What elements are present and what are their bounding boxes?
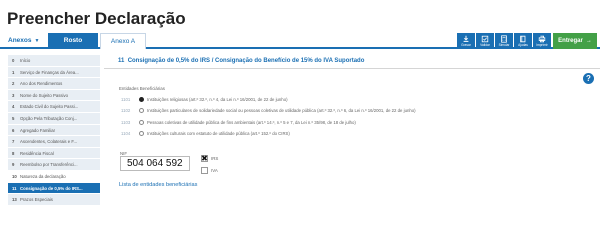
- entity-code: 1101: [121, 97, 131, 102]
- iva-checkbox[interactable]: [201, 166, 208, 174]
- entity-text: Instituições particulares de solidarieda…: [147, 108, 416, 113]
- iva-checkbox-row[interactable]: IVA: [201, 166, 218, 174]
- sidebar-item-label: Serviço de Finanças da Área...: [20, 69, 79, 75]
- sidebar-item-number: 8: [12, 150, 15, 156]
- validate-label: Validar: [480, 43, 490, 47]
- simulate-label: Simular: [498, 43, 510, 47]
- entity-text: Instituições religiosas (art.º 32.º, n.º…: [147, 97, 288, 102]
- sidebar-item-number: 11: [12, 185, 17, 191]
- sidebar-item-label: Ano dos Rendimentos: [20, 81, 63, 87]
- sidebar-item-number: 7: [12, 139, 15, 145]
- toolbar: Gravar Validar Simular Ajudas Imprimir: [457, 33, 551, 49]
- iva-label: IVA: [211, 167, 218, 173]
- sidebar-item-estado-civil[interactable]: 4 Estado Civil do Sujeito Passi...: [8, 101, 100, 113]
- sidebar-item-natureza-declaracao[interactable]: 10 Natureza da declaração: [8, 170, 100, 183]
- radio-button[interactable]: [139, 97, 144, 102]
- sidebar-item-label: Estado Civil do Sujeito Passi...: [20, 104, 79, 110]
- sidebar-item-label: Agregado Familiar: [20, 127, 56, 133]
- sidebar-item-number: 5: [12, 115, 15, 121]
- sidebar: 0 Início 1 Serviço de Finanças da Área... …: [8, 55, 100, 206]
- checklist-icon: [481, 35, 489, 43]
- sidebar-item-number: 10: [12, 173, 17, 179]
- entity-option[interactable]: 1103 Pessoas coletivas de utilidade públ…: [121, 118, 356, 127]
- section-title: 11 Consignação de 0,5% do IRS / Consigna…: [118, 58, 364, 64]
- sidebar-item-nome-sujeito[interactable]: 3 Nome do Sujeito Passivo: [8, 89, 100, 102]
- sidebar-item-label: Ascendentes, Colaterais e F...: [20, 139, 78, 145]
- beneficiary-list-link[interactable]: Lista de entidades beneficiárias: [119, 182, 197, 188]
- nif-field[interactable]: 504 064 592: [120, 156, 190, 171]
- entity-text: Instituições culturais com estatuto de u…: [147, 131, 290, 136]
- sidebar-item-label: Nome do Sujeito Passivo: [20, 92, 69, 98]
- simulate-button[interactable]: Simular: [495, 33, 513, 49]
- radio-button[interactable]: [139, 131, 144, 136]
- entity-option[interactable]: 1101 Instituições religiosas (art.º 32.º…: [121, 95, 288, 104]
- sidebar-item-number: 3: [12, 92, 15, 98]
- entity-code: 1104: [121, 131, 131, 136]
- irs-checkbox-row[interactable]: ✖ IRS: [201, 154, 218, 162]
- submit-button[interactable]: Entregar →: [553, 33, 597, 49]
- entity-text: Pessoas coletivas de utilidade pública d…: [147, 120, 356, 125]
- sidebar-item-residencia-fiscal[interactable]: 8 Residência Fiscal: [8, 147, 100, 160]
- entity-code: 1103: [121, 120, 131, 125]
- page-title: Preencher Declaração: [7, 9, 186, 28]
- entity-option[interactable]: 1104 Instituições culturais com estatuto…: [121, 129, 290, 138]
- book-icon: [520, 35, 526, 43]
- section-title-text: Consignação de 0,5% do IRS / Consignação…: [127, 58, 365, 64]
- tab-anexo-a[interactable]: Anexo A: [100, 33, 146, 49]
- sidebar-item-number: 2: [12, 81, 15, 87]
- sidebar-item-label: Opção Pela Tributação Conj...: [20, 115, 78, 121]
- sidebar-item-consignacao[interactable]: 11 Consignação de 0,5% do IRS...: [8, 182, 100, 195]
- irs-label: IRS: [211, 155, 219, 161]
- help-docs-button[interactable]: Ajudas: [514, 33, 532, 49]
- download-icon: [463, 35, 469, 42]
- sidebar-item-reembolso[interactable]: 9 Reembolso por Transferênci...: [8, 159, 100, 171]
- sidebar-item-agregado-familiar[interactable]: 6 Agregado Familiar: [8, 124, 100, 137]
- sidebar-item-inicio[interactable]: 0 Início: [8, 55, 100, 67]
- help-docs-label: Ajudas: [518, 43, 528, 47]
- print-button[interactable]: Imprimir: [533, 33, 551, 49]
- save-label: Gravar: [461, 43, 471, 47]
- chevron-down-icon: ▼: [34, 38, 40, 44]
- calculator-icon: [501, 35, 507, 43]
- sidebar-item-label: Início: [20, 58, 31, 63]
- submit-label: Entregar: [558, 38, 583, 44]
- sidebar-item-number: 9: [12, 162, 15, 168]
- entity-code: 1102: [121, 108, 131, 113]
- sidebar-item-label: Natureza da declaração: [20, 173, 66, 179]
- save-button[interactable]: Gravar: [457, 33, 475, 49]
- entities-label: Entidades Beneficiárias: [119, 86, 165, 91]
- sidebar-item-label: Residência Fiscal: [20, 150, 54, 156]
- sidebar-item-ascendentes[interactable]: 7 Ascendentes, Colaterais e F...: [8, 136, 100, 148]
- validate-button[interactable]: Validar: [476, 33, 494, 49]
- entity-option[interactable]: 1102 Instituições particulares de solida…: [121, 106, 416, 115]
- sidebar-item-number: 6: [12, 127, 15, 133]
- sidebar-item-ano-rendimentos[interactable]: 2 Ano dos Rendimentos: [8, 78, 100, 90]
- sidebar-item-number: 0: [12, 58, 15, 63]
- print-label: Imprimir: [536, 43, 548, 47]
- sidebar-item-number: 4: [12, 104, 15, 110]
- sidebar-item-tributacao-conjunta[interactable]: 5 Opção Pela Tributação Conj...: [8, 112, 100, 125]
- sidebar-item-prazos-especiais[interactable]: 13 Prazos Especiais: [8, 194, 100, 206]
- sidebar-item-label: Prazos Especiais: [20, 197, 53, 203]
- irs-checkbox[interactable]: ✖: [201, 154, 208, 162]
- sidebar-item-number: 1: [12, 69, 15, 75]
- print-icon: [538, 35, 546, 43]
- section-number: 11: [118, 58, 125, 64]
- sidebar-item-servico-financas[interactable]: 1 Serviço de Finanças da Área...: [8, 66, 100, 79]
- arrow-right-icon: →: [585, 38, 592, 44]
- help-icon[interactable]: ?: [583, 73, 594, 84]
- radio-button[interactable]: [139, 120, 144, 125]
- tab-rosto[interactable]: Rosto: [48, 33, 98, 49]
- tab-anexos-label: Anexos: [8, 37, 32, 44]
- section-header: 11 Consignação de 0,5% do IRS / Consigna…: [104, 55, 600, 69]
- sidebar-item-label: Reembolso por Transferênci...: [20, 162, 78, 168]
- sidebar-item-number: 13: [12, 197, 17, 203]
- radio-button[interactable]: [139, 108, 144, 113]
- sidebar-item-label: Consignação de 0,5% do IRS...: [20, 185, 83, 191]
